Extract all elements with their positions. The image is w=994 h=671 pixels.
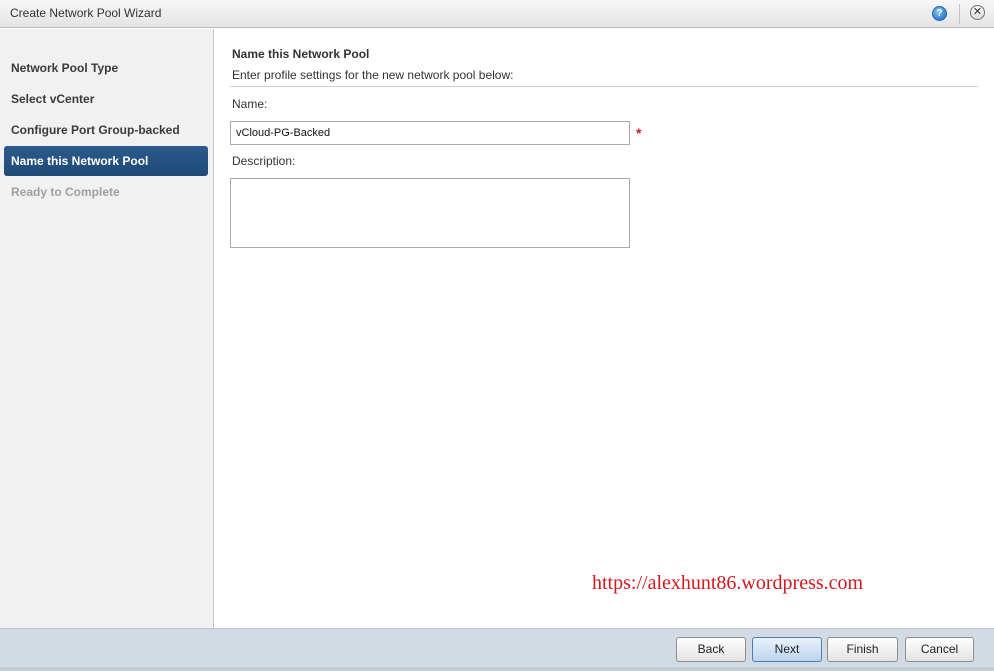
finish-button[interactable]: Finish [827, 637, 898, 662]
next-button[interactable]: Next [752, 637, 822, 662]
wizard-titlebar: Create Network Pool Wizard ? ✕ [0, 0, 994, 28]
titlebar-divider [959, 4, 960, 24]
required-indicator: * [636, 125, 642, 141]
name-label: Name: [232, 97, 268, 111]
section-divider [230, 86, 978, 87]
step-ready-to-complete: Ready to Complete [11, 185, 120, 199]
description-input[interactable] [230, 178, 630, 248]
back-button[interactable]: Back [676, 637, 746, 662]
step-network-pool-type[interactable]: Network Pool Type [4, 53, 208, 83]
bottom-strip [0, 667, 994, 671]
page-subtitle: Enter profile settings for the new netwo… [232, 68, 514, 82]
help-icon[interactable]: ? [932, 6, 947, 21]
wizard-title: Create Network Pool Wizard [10, 6, 162, 20]
name-input[interactable] [230, 121, 630, 145]
page-title: Name this Network Pool [232, 47, 370, 61]
step-name-network-pool[interactable]: Name this Network Pool [4, 146, 208, 176]
wizard-footer: Back Next Finish Cancel [0, 628, 994, 671]
step-configure-port-group[interactable]: Configure Port Group-backed Pool [4, 115, 208, 167]
wizard-content: Name this Network Pool Enter profile set… [215, 29, 994, 628]
cancel-button[interactable]: Cancel [905, 637, 974, 662]
wizard-steps-sidebar: Network Pool Type Select vCenter Configu… [0, 29, 214, 628]
watermark-text: https://alexhunt86.wordpress.com [592, 572, 864, 594]
step-select-vcenter[interactable]: Select vCenter [4, 84, 208, 114]
close-icon[interactable]: ✕ [970, 5, 985, 20]
description-label: Description: [232, 154, 296, 168]
